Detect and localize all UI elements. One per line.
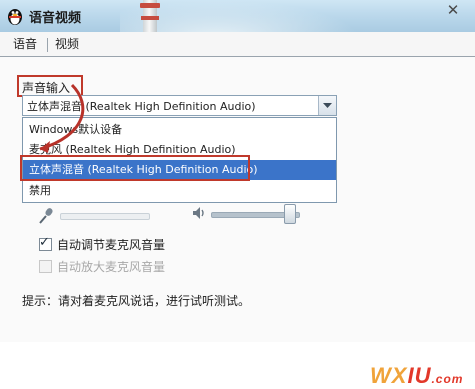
lighthouse-decoration <box>140 0 160 32</box>
dropdown-arrow-icon[interactable] <box>318 96 336 115</box>
speaker-icon <box>193 207 204 219</box>
label-highlight-box <box>17 75 83 97</box>
dropdown-option[interactable]: Windows默认设备 <box>23 120 336 140</box>
auto-adjust-mic-volume-row[interactable]: ✓ 自动调节麦克风音量 <box>39 235 166 253</box>
site-watermark-logo: WXIU.com <box>370 363 464 388</box>
dropdown-option[interactable]: 禁用 <box>23 181 336 201</box>
checkmark-icon: ✓ <box>39 235 50 250</box>
input-device-selected-value: 立体声混音 (Realtek High Definition Audio) <box>27 100 256 113</box>
auto-adjust-mic-volume-label: 自动调节麦克风音量 <box>57 238 166 252</box>
auto-amplify-mic-volume-checkbox <box>39 260 52 273</box>
voice-settings-panel: 声音输入 立体声混音 (Realtek High Definition Audi… <box>0 57 475 388</box>
tab-video[interactable]: 视频 <box>48 34 86 54</box>
option-highlight-box <box>20 155 250 181</box>
tab-voice[interactable]: 语音 <box>6 34 44 54</box>
title-bar: 语音视频 ✕ <box>0 0 475 32</box>
tip-text: 提示：请对着麦克风说话，进行试听测试。 <box>22 294 251 308</box>
close-icon: ✕ <box>446 1 460 19</box>
input-device-select[interactable]: 立体声混音 (Realtek High Definition Audio) <box>22 95 337 116</box>
close-button[interactable]: ✕ <box>431 0 475 20</box>
speaker-volume-thumb[interactable] <box>284 204 297 224</box>
penguin-app-icon <box>8 9 22 25</box>
tab-bar: 语音 视频 <box>0 32 475 57</box>
window-title: 语音视频 <box>29 11 82 26</box>
auto-amplify-mic-volume-label: 自动放大麦克风音量 <box>57 260 166 274</box>
microphone-icon <box>39 208 53 224</box>
auto-adjust-mic-volume-checkbox[interactable]: ✓ <box>39 235 52 251</box>
auto-amplify-mic-volume-row: 自动放大麦克风音量 <box>39 258 165 275</box>
microphone-volume-slider[interactable] <box>60 213 150 220</box>
